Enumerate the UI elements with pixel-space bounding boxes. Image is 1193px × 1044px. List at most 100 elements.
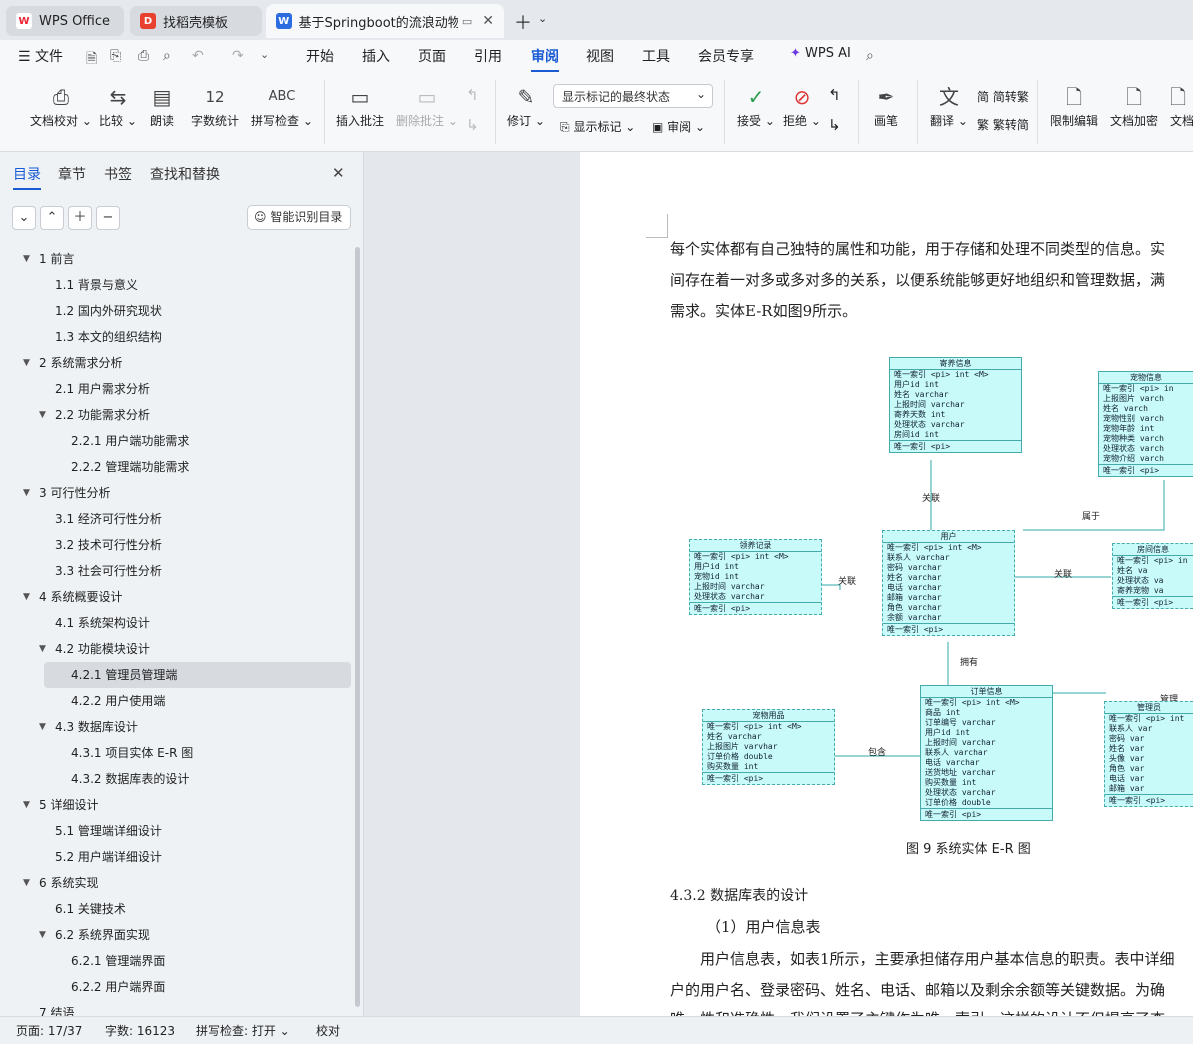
toc-item[interactable]: ▼ 4 系统概要设计 <box>0 584 350 610</box>
toc-item[interactable]: 2.1 用户需求分析 <box>0 376 350 402</box>
toc-scrollbar[interactable] <box>355 247 360 1007</box>
proofread-status[interactable]: 校对 <box>316 1022 340 1039</box>
show-marks-button[interactable]: ⎘ 显示标记 ⌄ <box>560 118 635 135</box>
toc-item[interactable]: 5.2 用户端详细设计 <box>0 844 350 870</box>
body-text[interactable]: 需求。实体E-R如图9所示。 <box>670 300 857 321</box>
menu-reference[interactable]: 引用 <box>474 46 502 66</box>
close-tab-icon[interactable]: ✕ <box>482 13 494 29</box>
toc-item[interactable]: 3.3 社会可行性分析 <box>0 558 350 584</box>
panel-tab-toc[interactable]: 目录 <box>13 164 41 190</box>
toc-item[interactable]: 1.2 国内外研究现状 <box>0 298 350 324</box>
menu-review[interactable]: 审阅 <box>531 46 559 72</box>
menu-view[interactable]: 视图 <box>586 46 614 66</box>
toc-collapse-caret-icon[interactable]: ▼ <box>39 922 46 948</box>
quick-access-chevron-icon[interactable]: ⌄ <box>260 48 269 61</box>
body-text[interactable]: 间存在着一对多或多对多的关系，以便系统能够更好地组织和管理数据，满 <box>670 269 1165 290</box>
menu-member[interactable]: 会员专享 <box>698 46 754 66</box>
insert-comment-button[interactable]: ▭ 插入批注 <box>336 82 384 129</box>
panel-tab-find-replace[interactable]: 查找和替换 <box>150 164 220 184</box>
wps-ai-button[interactable]: ✦ WPS AI <box>790 46 851 61</box>
restrict-edit-button[interactable]: 🗋 限制编辑 <box>1050 82 1098 129</box>
toc-item[interactable]: ▼ 2.2 功能需求分析 <box>0 402 350 428</box>
doc-check-button[interactable]: ⎙ 文档校对 ⌄ <box>30 82 92 129</box>
toc-item[interactable]: 1.1 背景与意义 <box>0 272 350 298</box>
body-text[interactable]: 唯一性和准确性，我们设置了主键作为唯一索引，这样的设计不但提高了查 <box>670 1008 1165 1016</box>
review-pane-button[interactable]: ▣ 审阅 ⌄ <box>652 118 705 135</box>
page-indicator[interactable]: 页面: 17/37 <box>16 1022 82 1039</box>
toc-item[interactable]: 4.2.2 用户使用端 <box>0 688 350 714</box>
toc-item[interactable]: ▼ 4.2 功能模块设计 <box>0 636 350 662</box>
toc-collapse-caret-icon[interactable]: ▼ <box>23 246 30 272</box>
accept-button[interactable]: ✓ 接受 ⌄ <box>737 82 775 129</box>
toc-item[interactable]: 4.2.1 管理员管理端 <box>44 662 351 688</box>
undo-icon[interactable]: ↶ <box>192 48 204 64</box>
toc-item[interactable]: 2.2.1 用户端功能需求 <box>0 428 350 454</box>
display-mode-select[interactable]: 显示标记的最终状态 ⌄ <box>553 84 713 108</box>
prev-comment-icon[interactable]: ↰ <box>466 86 479 104</box>
remove-heading-button[interactable]: − <box>96 206 120 230</box>
revise-button[interactable]: ✎ 修订 ⌄ <box>507 82 545 129</box>
panel-tab-chapter[interactable]: 章节 <box>58 164 86 184</box>
pen-button[interactable]: ✒ 画笔 <box>874 82 898 129</box>
toc-item[interactable]: 3.2 技术可行性分析 <box>0 532 350 558</box>
collapse-all-button[interactable]: ⌃ <box>40 206 64 230</box>
toc-collapse-caret-icon[interactable]: ▼ <box>39 714 46 740</box>
smart-toc-button[interactable]: ☺ 智能识别目录 <box>247 205 351 230</box>
toc-item[interactable]: 4.3.1 项目实体 E-R 图 <box>0 740 350 766</box>
section-heading[interactable]: 4.3.2 数据库表的设计 <box>670 885 808 905</box>
word-count-button[interactable]: 12 字数统计 <box>191 82 239 129</box>
encrypt-button[interactable]: 🗋 文档加密 <box>1110 82 1158 129</box>
prev-change-icon[interactable]: ↰ <box>828 86 841 104</box>
print-preview-icon[interactable]: ⌕ <box>163 48 171 64</box>
toc-item[interactable]: 2.2.2 管理端功能需求 <box>0 454 350 480</box>
tab-document[interactable]: W 基于Springboot的流浪动物管 ▭ ✕ <box>266 4 504 38</box>
trad-to-simp-button[interactable]: 繁 繁转简 <box>977 116 1029 133</box>
next-change-icon[interactable]: ↳ <box>828 116 841 134</box>
menu-page[interactable]: 页面 <box>418 46 446 66</box>
close-panel-icon[interactable]: ✕ <box>332 164 345 182</box>
toc-collapse-caret-icon[interactable]: ▼ <box>39 636 46 662</box>
subsection-heading[interactable]: （1）用户信息表 <box>706 916 821 937</box>
body-text[interactable]: 户的用户名、登录密码、姓名、电话、邮箱以及剩余余额等关键数据。为确 <box>670 979 1165 1000</box>
redo-icon[interactable]: ↷ <box>232 48 244 64</box>
toc-item[interactable]: 4.1 系统架构设计 <box>0 610 350 636</box>
doc-more-button[interactable]: 🗋 文档 <box>1170 82 1193 129</box>
delete-comment-button[interactable]: ▭ 删除批注 ⌄ <box>396 82 458 129</box>
spell-check-status[interactable]: 拼写检查: 打开 ⌄ <box>196 1022 290 1039</box>
panel-tab-bookmark[interactable]: 书签 <box>104 164 132 184</box>
toc-item[interactable]: 6.2.2 用户端界面 <box>0 974 350 1000</box>
menu-start[interactable]: 开始 <box>306 46 334 66</box>
toc-item[interactable]: 6.2.1 管理端界面 <box>0 948 350 974</box>
toc-item[interactable]: 1.3 本文的组织结构 <box>0 324 350 350</box>
toc-item[interactable]: 4.3.2 数据库表的设计 <box>0 766 350 792</box>
menu-insert[interactable]: 插入 <box>362 46 390 66</box>
toc-item[interactable]: ▼ 1 前言 <box>0 246 350 272</box>
print-icon[interactable]: ⎙ <box>138 48 149 64</box>
toc-collapse-caret-icon[interactable]: ▼ <box>23 870 30 896</box>
read-aloud-button[interactable]: ▤ 朗读 <box>150 82 174 129</box>
toc-item[interactable]: ▼ 4.3 数据库设计 <box>0 714 350 740</box>
toc-item[interactable]: ▼ 6 系统实现 <box>0 870 350 896</box>
compare-button[interactable]: ⇆ 比较 ⌄ <box>99 82 137 129</box>
add-heading-button[interactable]: ＋ <box>68 206 92 230</box>
toc-item[interactable]: 5.1 管理端详细设计 <box>0 818 350 844</box>
tab-wps-office[interactable]: W WPS Office <box>6 6 124 36</box>
next-comment-icon[interactable]: ↳ <box>466 116 479 134</box>
toc-item[interactable]: ▼ 3 可行性分析 <box>0 480 350 506</box>
toc-item[interactable]: ▼ 6.2 系统界面实现 <box>0 922 350 948</box>
new-tab-icon[interactable]: ＋ <box>514 9 532 35</box>
export-icon[interactable]: ⎘ <box>110 48 121 64</box>
file-menu[interactable]: ☰ 文件 <box>18 46 63 66</box>
search-icon[interactable]: ⌕ <box>866 48 874 64</box>
body-text[interactable]: 每个实体都有自己独特的属性和功能，用于存储和处理不同类型的信息。实 <box>670 238 1165 259</box>
tab-docer[interactable]: D 找稻壳模板 <box>130 6 262 36</box>
toc-collapse-caret-icon[interactable]: ▼ <box>23 584 30 610</box>
word-count-indicator[interactable]: 字数: 16123 <box>105 1022 175 1039</box>
toc-item[interactable]: ▼ 2 系统需求分析 <box>0 350 350 376</box>
save-icon[interactable]: 🗎 <box>86 48 97 72</box>
spell-check-button[interactable]: ABC 拼写检查 ⌄ <box>251 82 313 129</box>
reject-button[interactable]: ⊘ 拒绝 ⌄ <box>783 82 821 129</box>
translate-button[interactable]: 文翻译 ⌄ <box>930 82 968 129</box>
expand-all-button[interactable]: ⌄ <box>12 206 36 230</box>
menu-tools[interactable]: 工具 <box>642 46 670 66</box>
